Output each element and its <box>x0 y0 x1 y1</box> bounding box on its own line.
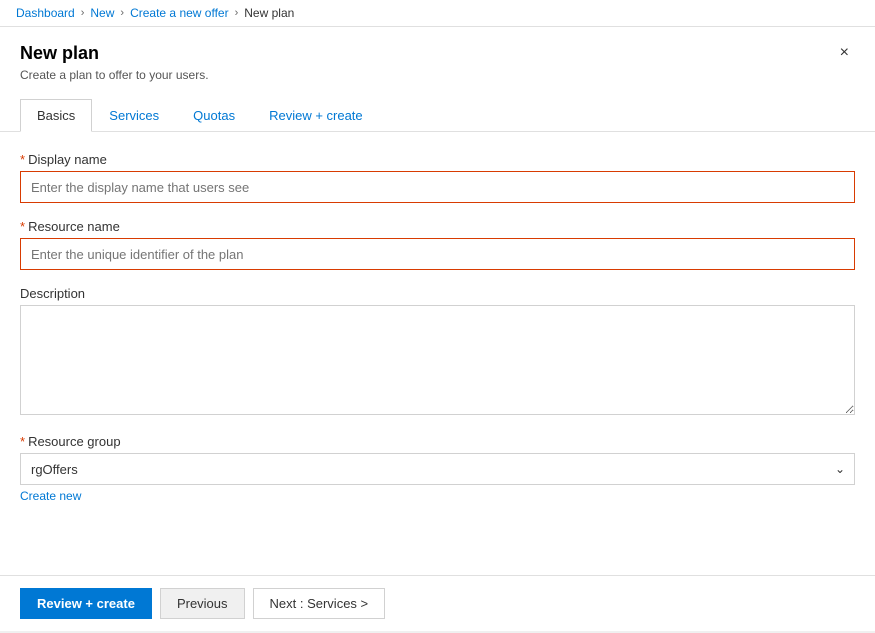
breadcrumb-new[interactable]: New <box>90 6 114 20</box>
review-create-button[interactable]: Review + create <box>20 588 152 619</box>
next-services-button[interactable]: Next : Services > <box>253 588 386 619</box>
panel-body: *Display name *Resource name Description… <box>0 132 875 575</box>
tab-quotas[interactable]: Quotas <box>176 99 252 132</box>
breadcrumb-sep-2: › <box>120 7 124 19</box>
panel-subtitle: Create a plan to offer to your users. <box>20 68 209 82</box>
display-name-required-star: * <box>20 152 25 167</box>
breadcrumb-dashboard[interactable]: Dashboard <box>16 6 75 20</box>
breadcrumb-sep-3: › <box>235 7 239 19</box>
tab-services[interactable]: Services <box>92 99 176 132</box>
panel-header: New plan Create a plan to offer to your … <box>0 27 875 132</box>
create-new-link[interactable]: Create new <box>20 489 81 503</box>
resource-name-group: *Resource name <box>20 219 855 270</box>
description-textarea[interactable] <box>20 305 855 415</box>
breadcrumb-sep-1: › <box>81 7 85 19</box>
panel-footer: Review + create Previous Next : Services… <box>0 575 875 631</box>
resource-group-select[interactable]: rgOffers <box>20 453 855 485</box>
resource-group-select-wrapper: rgOffers ⌄ <box>20 453 855 485</box>
resource-name-input[interactable] <box>20 238 855 270</box>
tabs-container: Basics Services Quotas Review + create <box>20 98 855 131</box>
display-name-label: *Display name <box>20 152 855 167</box>
breadcrumb: Dashboard › New › Create a new offer › N… <box>0 0 875 27</box>
tab-review-create[interactable]: Review + create <box>252 99 380 132</box>
panel-title: New plan <box>20 43 209 64</box>
display-name-group: *Display name <box>20 152 855 203</box>
close-button[interactable]: × <box>834 43 855 63</box>
previous-button[interactable]: Previous <box>160 588 245 619</box>
new-plan-panel: New plan Create a plan to offer to your … <box>0 27 875 631</box>
resource-name-label: *Resource name <box>20 219 855 234</box>
resource-name-required-star: * <box>20 219 25 234</box>
resource-group-group: *Resource group rgOffers ⌄ Create new <box>20 434 855 503</box>
resource-group-required-star: * <box>20 434 25 449</box>
breadcrumb-current: New plan <box>244 6 294 20</box>
breadcrumb-create-new-offer[interactable]: Create a new offer <box>130 6 229 20</box>
tab-basics[interactable]: Basics <box>20 99 92 132</box>
description-label: Description <box>20 286 855 301</box>
description-group: Description <box>20 286 855 418</box>
resource-group-label: *Resource group <box>20 434 855 449</box>
display-name-input[interactable] <box>20 171 855 203</box>
